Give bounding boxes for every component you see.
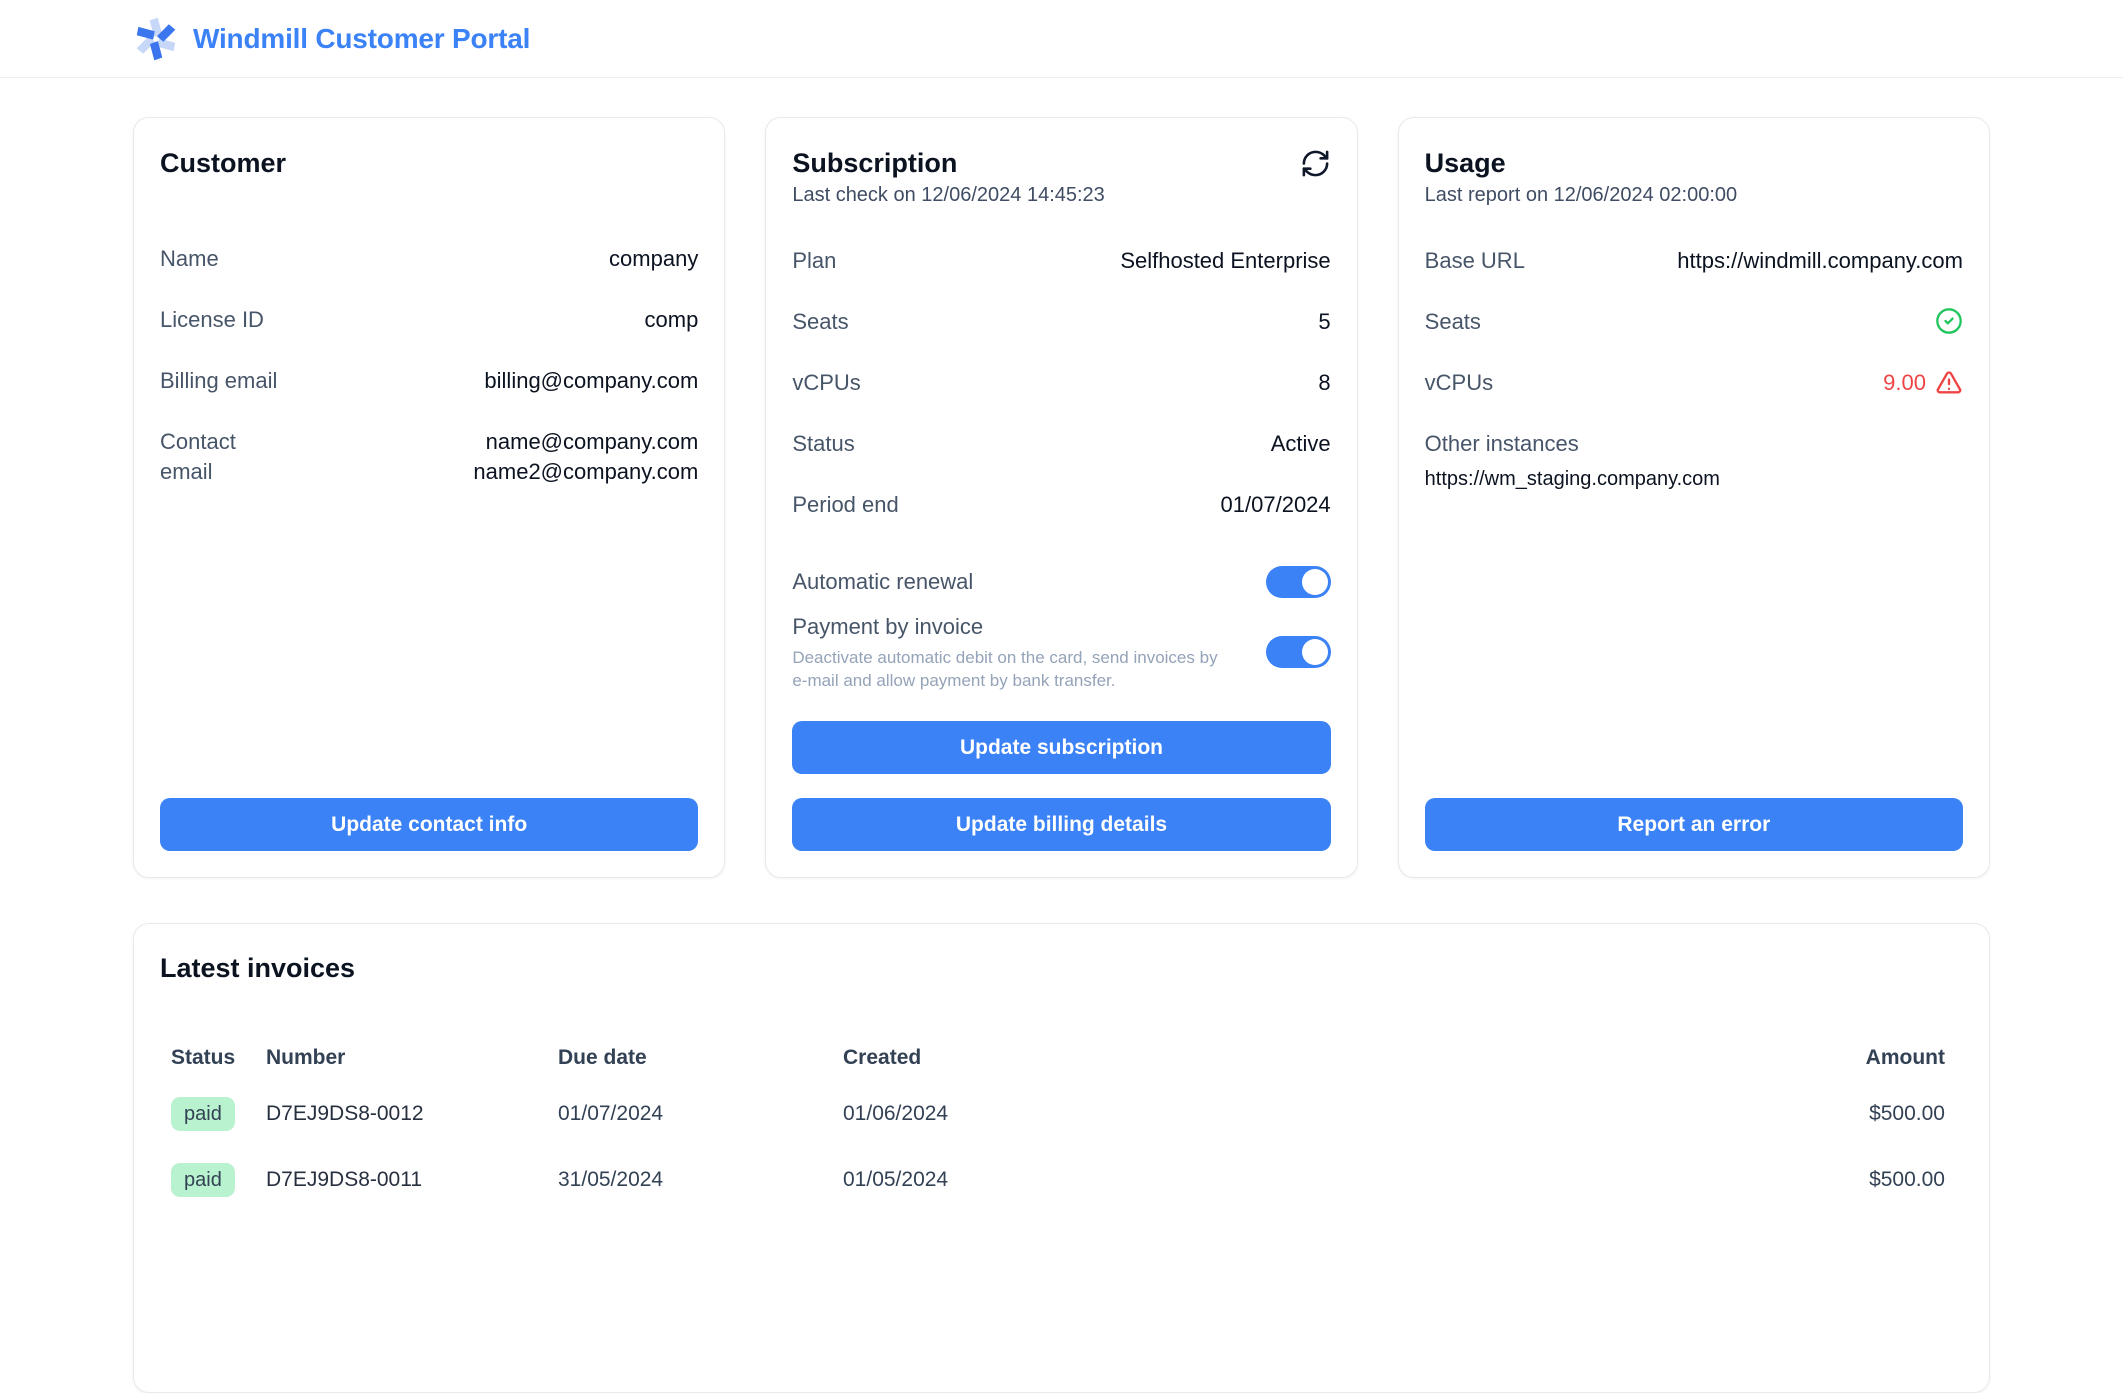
main-content: Customer Name company License ID comp Bi… (0, 117, 2123, 1393)
row-value: comp (645, 305, 699, 335)
row-label: Other instances (1425, 429, 1963, 459)
usage-row-base-url: Base URL https://windmill.company.com (1425, 246, 1963, 307)
row-value: Selfhosted Enterprise (1120, 246, 1330, 276)
row-value: name@company.com name2@company.com (473, 427, 698, 487)
brand: Windmill Customer Portal (133, 16, 530, 62)
row-label: Payment by invoice (792, 612, 1237, 642)
row-label: Billing email (160, 366, 277, 396)
column-header-created: Created (843, 1046, 1761, 1070)
customer-card: Customer Name company License ID comp Bi… (133, 117, 725, 878)
subscription-row-seats: Seats 5 (792, 307, 1330, 368)
customer-row-contact-email: Contact email name@company.com name2@com… (160, 427, 698, 488)
refresh-icon (1300, 148, 1331, 179)
check-circle-icon (1935, 307, 1963, 335)
customer-row-name: Name company (160, 244, 698, 305)
row-value: Active (1271, 429, 1331, 459)
subscription-row-period-end: Period end 01/07/2024 (792, 490, 1330, 551)
subscription-row-plan: Plan Selfhosted Enterprise (792, 246, 1330, 307)
column-header-number: Number (266, 1046, 558, 1070)
usage-last-report: Last report on 12/06/2024 02:00:00 (1425, 182, 1963, 209)
invoice-number: D7EJ9DS8-0012 (266, 1102, 558, 1126)
subscription-card: Subscription Last check on 12/06/2024 14… (765, 117, 1357, 878)
invoice-amount: $500.00 (1761, 1102, 1963, 1126)
row-label: Status (792, 429, 854, 459)
summary-cards: Customer Name company License ID comp Bi… (133, 117, 1990, 878)
subscription-row-automatic-renewal: Automatic renewal (792, 551, 1330, 612)
table-row: paid D7EJ9DS8-0011 31/05/2024 01/05/2024… (160, 1147, 1963, 1213)
usage-row-other-instances: Other instances https://wm_staging.compa… (1425, 429, 1963, 493)
row-label: Contact email (160, 427, 236, 487)
subscription-row-vcpus: vCPUs 8 (792, 368, 1330, 429)
latest-invoices-title: Latest invoices (160, 951, 1963, 985)
customer-row-billing-email: Billing email billing@company.com (160, 366, 698, 427)
windmill-logo-icon (133, 16, 179, 62)
subscription-row-payment-by-invoice: Payment by invoice Deactivate automatic … (792, 612, 1330, 692)
table-row: paid D7EJ9DS8-0012 01/07/2024 01/06/2024… (160, 1081, 1963, 1147)
status-badge: paid (171, 1097, 235, 1131)
vcpus-usage: 9.00 (1883, 368, 1963, 398)
row-value: billing@company.com (484, 366, 698, 396)
row-value: 01/07/2024 (1221, 490, 1331, 520)
invoice-amount: $500.00 (1761, 1168, 1963, 1192)
row-label: Seats (1425, 307, 1481, 337)
customer-row-license-id: License ID comp (160, 305, 698, 366)
status-badge: paid (171, 1163, 235, 1197)
column-header-status: Status (160, 1046, 266, 1070)
usage-card: Usage Last report on 12/06/2024 02:00:00… (1398, 117, 1990, 878)
usage-rows: Base URL https://windmill.company.com Se… (1425, 246, 1963, 493)
row-label: Base URL (1425, 246, 1525, 276)
usage-row-vcpus: vCPUs 9.00 (1425, 368, 1963, 429)
subscription-card-title: Subscription (792, 146, 957, 180)
invoice-number: D7EJ9DS8-0011 (266, 1168, 558, 1192)
row-label: Plan (792, 246, 836, 276)
report-an-error-button[interactable]: Report an error (1425, 798, 1963, 851)
update-billing-details-button[interactable]: Update billing details (792, 798, 1330, 851)
usage-row-seats: Seats (1425, 307, 1963, 368)
invoice-due-date: 01/07/2024 (558, 1102, 843, 1126)
row-label: vCPUs (792, 368, 860, 398)
customer-rows: Name company License ID comp Billing ema… (160, 244, 698, 488)
usage-card-title: Usage (1425, 146, 1963, 180)
row-label: Seats (792, 307, 848, 337)
row-label: License ID (160, 305, 264, 335)
other-instance-url: https://wm_staging.company.com (1425, 466, 1963, 493)
invoices-table-header: Status Number Due date Created Amount (160, 1035, 1963, 1081)
column-header-due-date: Due date (558, 1046, 843, 1070)
vcpus-value: 9.00 (1883, 368, 1926, 398)
payment-by-invoice-description: Deactivate automatic debit on the card, … (792, 646, 1237, 692)
seats-status (1935, 307, 1963, 335)
top-bar: Windmill Customer Portal (0, 0, 2123, 78)
refresh-button[interactable] (1300, 148, 1331, 179)
subscription-last-check: Last check on 12/06/2024 14:45:23 (792, 182, 1330, 209)
update-subscription-button[interactable]: Update subscription (792, 721, 1330, 774)
row-label: Name (160, 244, 219, 274)
invoices-table: Status Number Due date Created Amount pa… (160, 1035, 1963, 1213)
row-value: 5 (1318, 307, 1330, 337)
customer-card-title: Customer (160, 146, 698, 180)
row-value: company (609, 244, 698, 274)
row-value: https://windmill.company.com (1677, 246, 1963, 276)
warning-triangle-icon (1935, 369, 1963, 397)
automatic-renewal-toggle[interactable] (1266, 566, 1331, 598)
row-label: Automatic renewal (792, 567, 973, 597)
row-label: vCPUs (1425, 368, 1493, 398)
invoice-due-date: 31/05/2024 (558, 1168, 843, 1192)
row-value: 8 (1318, 368, 1330, 398)
update-contact-info-button[interactable]: Update contact info (160, 798, 698, 851)
row-label: Period end (792, 490, 898, 520)
latest-invoices-card: Latest invoices Status Number Due date C… (133, 923, 1990, 1393)
invoice-created: 01/06/2024 (843, 1102, 1761, 1126)
payment-by-invoice-toggle[interactable] (1266, 636, 1331, 668)
column-header-amount: Amount (1761, 1046, 1963, 1070)
subscription-rows: Plan Selfhosted Enterprise Seats 5 vCPUs… (792, 246, 1330, 692)
subscription-row-status: Status Active (792, 429, 1330, 490)
invoice-created: 01/05/2024 (843, 1168, 1761, 1192)
app-title: Windmill Customer Portal (193, 23, 530, 55)
